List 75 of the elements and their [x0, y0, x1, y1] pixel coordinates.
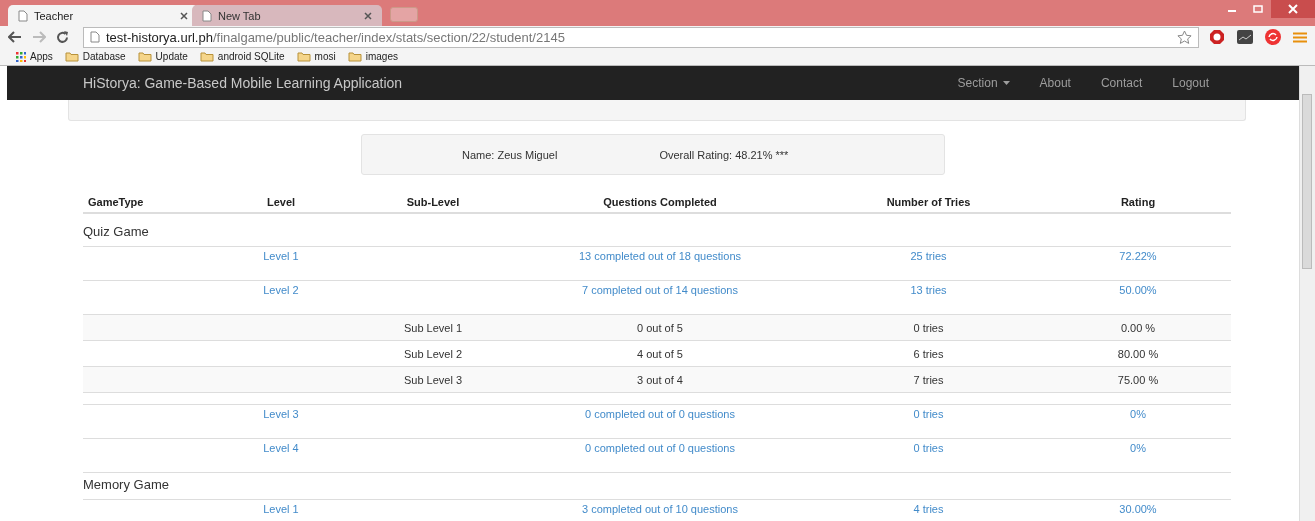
- nav-link[interactable]: Contact: [1100, 76, 1143, 90]
- table-cell-text: 0.00 %: [1119, 321, 1157, 334]
- table-cell-text: Sub Level 3: [402, 373, 464, 386]
- table-cell-text: 0 tries: [912, 321, 945, 334]
- table-cell-text: 0 out of 5: [636, 321, 684, 334]
- star-icon[interactable]: [1177, 30, 1192, 44]
- sync-icon[interactable]: [1265, 29, 1281, 45]
- column-header: GameType: [87, 196, 145, 208]
- tries-link[interactable]: 0 tries: [806, 442, 1051, 454]
- page-icon: [202, 9, 212, 22]
- folder-icon: [296, 51, 311, 62]
- bookmark[interactable]: Update: [137, 51, 188, 62]
- reload-icon[interactable]: [56, 30, 69, 44]
- column-header: Questions Completed: [602, 196, 718, 208]
- column-header: Sub-Level: [405, 196, 461, 208]
- table-cell-text: 7 tries: [912, 373, 945, 386]
- bookmark[interactable]: android SQLite: [199, 51, 285, 62]
- folder-icon: [64, 51, 79, 62]
- tries-link[interactable]: 13 tries: [806, 284, 1051, 296]
- level-link[interactable]: Level 2: [210, 284, 352, 296]
- rating-link[interactable]: 0%: [1051, 442, 1225, 454]
- bookmark[interactable]: mosi: [296, 51, 336, 62]
- student-name: Name: Zeus Miguel: [462, 148, 558, 161]
- browser-tab[interactable]: New Tab: [192, 5, 382, 26]
- apps-grid-icon: [16, 51, 26, 62]
- questions-link[interactable]: 13 completed out of 18 questions: [514, 250, 806, 262]
- page-icon: [90, 31, 100, 43]
- brand-title[interactable]: HiStorya: Game-Based Mobile Learning Application: [83, 75, 403, 91]
- table-cell-text: 3 out of 4: [636, 373, 684, 386]
- rating-link[interactable]: 50.00%: [1051, 284, 1225, 296]
- close-icon[interactable]: [364, 11, 372, 20]
- menu-icon[interactable]: [1293, 31, 1307, 43]
- tries-link[interactable]: 0 tries: [806, 408, 1051, 420]
- questions-link[interactable]: 0 completed out of 0 questions: [514, 408, 806, 420]
- questions-link[interactable]: 0 completed out of 0 questions: [514, 442, 806, 454]
- bookmark[interactable]: Apps: [16, 51, 53, 62]
- back-icon[interactable]: [8, 31, 22, 43]
- table-cell-text: 4 out of 5: [636, 347, 684, 360]
- level-link[interactable]: Level 3: [210, 408, 352, 420]
- bookmark[interactable]: images: [347, 51, 398, 62]
- folder-icon: [347, 51, 362, 62]
- column-header: Level: [265, 196, 297, 208]
- scrollbar-thumb[interactable]: [1302, 94, 1312, 269]
- game-type-heading: Memory Game: [83, 473, 1231, 500]
- level-link[interactable]: Level 4: [210, 442, 352, 454]
- rating-link[interactable]: 0%: [1051, 408, 1225, 420]
- table-cell-text: 75.00 %: [1116, 373, 1160, 386]
- nav-link[interactable]: Logout: [1172, 76, 1209, 90]
- close-icon[interactable]: [180, 11, 188, 20]
- column-header: Rating: [1119, 196, 1157, 208]
- table-cell-text: 80.00 %: [1116, 347, 1160, 360]
- table-cell-text: Sub Level 1: [402, 321, 464, 334]
- game-type-heading: Quiz Game: [83, 220, 1231, 247]
- nav-link[interactable]: Section: [957, 76, 1010, 90]
- questions-link[interactable]: 7 completed out of 14 questions: [514, 284, 806, 296]
- tries-link[interactable]: 25 tries: [806, 250, 1051, 262]
- bookmark[interactable]: Database: [64, 51, 126, 62]
- folder-icon: [137, 51, 152, 62]
- questions-link[interactable]: 3 completed out of 10 questions: [514, 503, 806, 515]
- chart-icon[interactable]: [1237, 30, 1253, 44]
- table-cell-text: 6 tries: [912, 347, 945, 360]
- level-link[interactable]: Level 1: [210, 503, 352, 515]
- scrollbar[interactable]: [1299, 66, 1315, 521]
- nav-link[interactable]: About: [1039, 76, 1071, 90]
- address-bar[interactable]: test-historya.url.ph/finalgame/public/teacher/index/stats/section/22/student/2145: [83, 26, 1199, 48]
- column-header: Number of Tries: [885, 196, 972, 208]
- rating-link[interactable]: 30.00%: [1051, 503, 1225, 515]
- tries-link[interactable]: 4 tries: [806, 503, 1051, 515]
- page-icon: [18, 9, 28, 22]
- rating-link[interactable]: 72.22%: [1051, 250, 1225, 262]
- folder-icon: [199, 51, 214, 62]
- table-cell-text: Sub Level 2: [402, 347, 464, 360]
- level-link[interactable]: Level 1: [210, 250, 352, 262]
- close-icon[interactable]: [1271, 0, 1315, 18]
- overall-rating: Overall Rating: 48.21% ***: [659, 148, 789, 161]
